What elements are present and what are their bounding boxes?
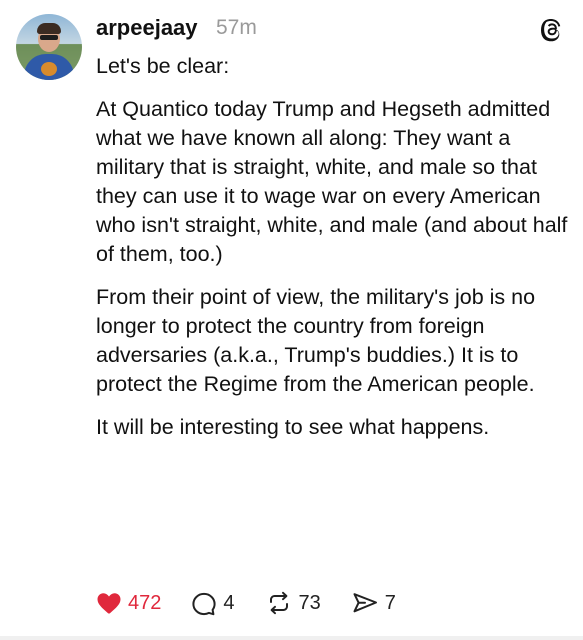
repost-icon: [269, 591, 288, 615]
avatar-shirt-print: [41, 62, 57, 76]
repost-button[interactable]: 73: [265, 590, 321, 616]
post-paragraph: Let's be clear:: [96, 54, 230, 78]
heart-icon: [97, 593, 121, 614]
post-paragraph: It will be interesting to see what happe…: [96, 415, 490, 439]
post-actions: 472 4 73 7: [96, 588, 426, 618]
comment-icon: [192, 592, 216, 616]
reply-button[interactable]: 4: [191, 590, 235, 616]
author-username[interactable]: arpeejaay: [96, 14, 198, 42]
threads-post: arpeejaay 57m Let's be clear: At Quantic…: [0, 0, 583, 640]
post-paragraph: At Quantico today Trump and Hegseth admi…: [96, 97, 568, 266]
post-timestamp: 57m: [216, 16, 257, 39]
like-button[interactable]: 472: [96, 591, 161, 615]
divider: [0, 636, 583, 640]
avatar-hair: [37, 23, 61, 34]
share-button[interactable]: 7: [351, 590, 396, 616]
avatar-sunglasses: [40, 35, 58, 40]
post-paragraph: From their point of view, the military's…: [96, 285, 536, 396]
avatar[interactable]: [16, 14, 82, 80]
post-body: Let's be clear: At Quantico today Trump …: [96, 52, 572, 456]
share-count: 7: [384, 591, 396, 614]
like-count: 472: [128, 591, 162, 614]
threads-icon[interactable]: [538, 16, 566, 44]
send-icon: [353, 593, 377, 613]
repost-count: 73: [298, 591, 321, 614]
reply-count: 4: [223, 591, 235, 614]
